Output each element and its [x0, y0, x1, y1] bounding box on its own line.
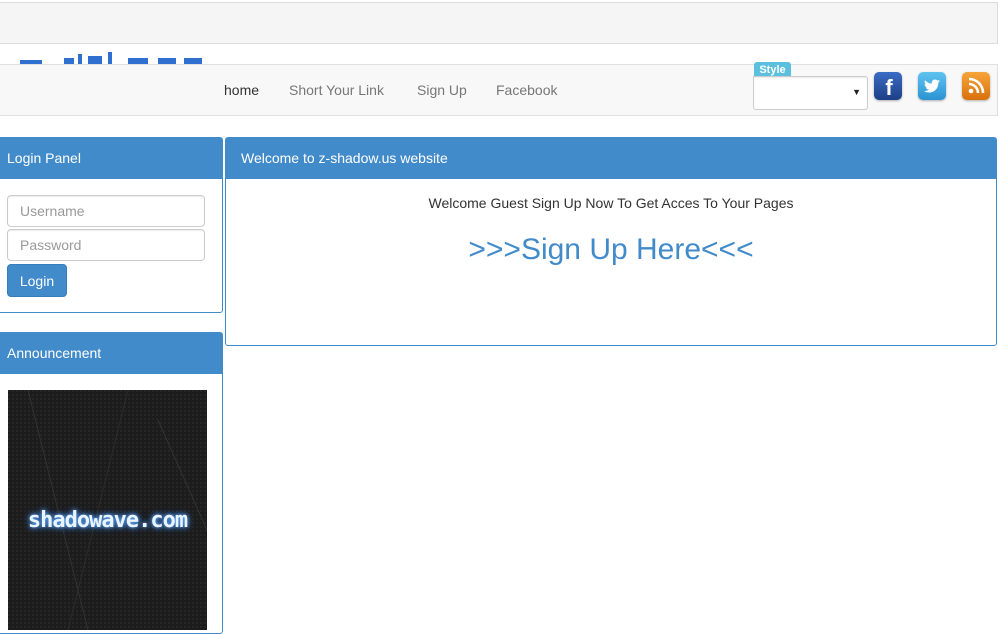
- twitter-icon[interactable]: [918, 72, 946, 100]
- username-field[interactable]: [7, 195, 205, 227]
- nav-sign-up[interactable]: Sign Up: [417, 82, 467, 98]
- login-button[interactable]: Login: [7, 264, 67, 297]
- password-field[interactable]: [7, 229, 205, 261]
- welcome-message: Welcome Guest Sign Up Now To Get Acces T…: [428, 195, 794, 211]
- welcome-panel: Welcome to z-shadow.us website Welcome G…: [225, 137, 997, 346]
- signup-link[interactable]: >>>Sign Up Here<<<: [226, 233, 996, 267]
- chevron-down-icon: ▼: [852, 87, 861, 97]
- announcement-panel-title: Announcement: [0, 333, 222, 374]
- nav-home[interactable]: home: [224, 82, 259, 98]
- rss-icon[interactable]: [962, 72, 990, 100]
- login-panel-title: Login Panel: [0, 138, 222, 179]
- nav-short-your-link[interactable]: Short Your Link: [289, 82, 384, 98]
- top-bar: [0, 2, 998, 44]
- announcement-banner: shadowave.com: [8, 390, 207, 630]
- facebook-icon[interactable]: f: [874, 72, 902, 100]
- login-panel: Login Panel Login: [0, 137, 223, 313]
- nav-facebook[interactable]: Facebook: [496, 82, 557, 98]
- announcement-banner-text: shadowave.com: [27, 508, 188, 533]
- site-logo[interactable]: [18, 52, 208, 64]
- style-select[interactable]: ▼: [753, 76, 868, 110]
- welcome-panel-title: Welcome to z-shadow.us website: [226, 138, 996, 179]
- svg-text:f: f: [885, 75, 893, 100]
- announcement-panel: Announcement shadowave.com: [0, 332, 223, 634]
